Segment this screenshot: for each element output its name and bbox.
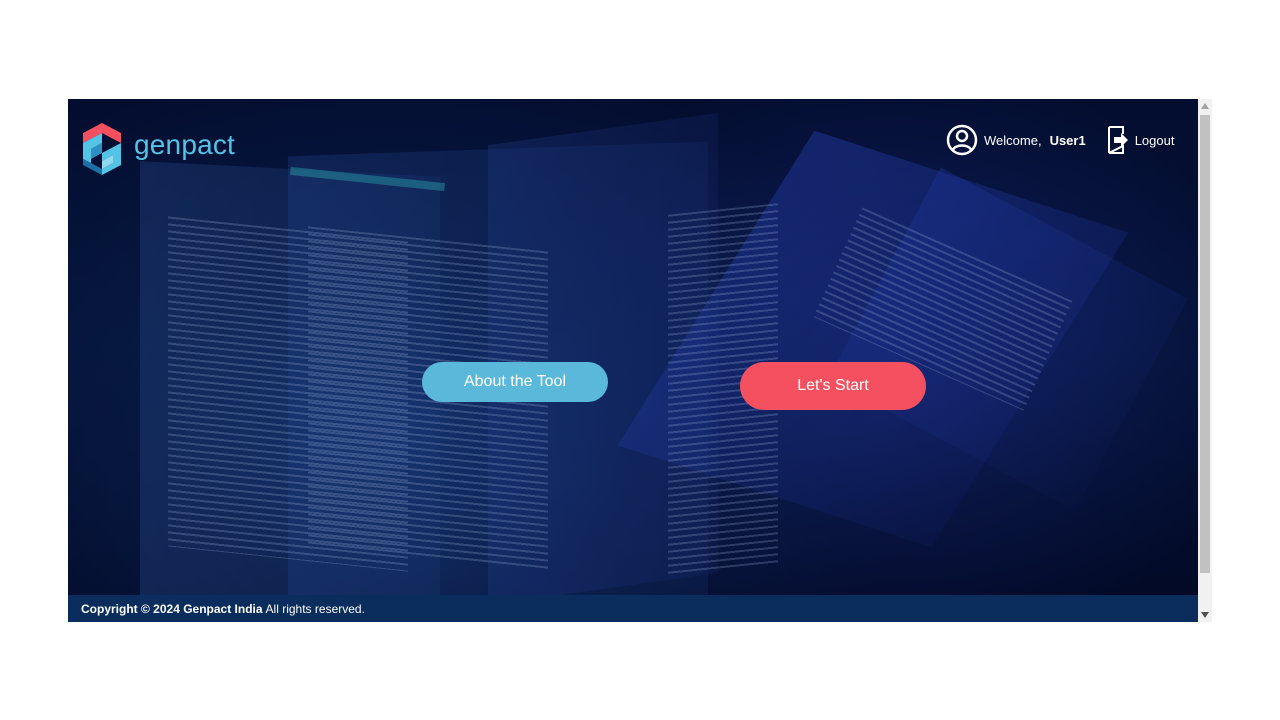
logout-icon	[1107, 126, 1128, 154]
copyright-bold: Copyright © 2024 Genpact India	[81, 601, 263, 616]
logout-label: Logout	[1134, 132, 1175, 148]
welcome-label: Welcome,	[984, 132, 1042, 148]
logout-button[interactable]: Logout	[1106, 125, 1175, 155]
arrow-up-icon	[1201, 103, 1209, 109]
arrow-down-icon	[1201, 612, 1209, 618]
landing-page: genpact Welcome, User1 Logout About the …	[68, 99, 1198, 622]
footer: Copyright © 2024 Genpact India All right…	[68, 595, 1198, 622]
scrollbar-thumb[interactable]	[1200, 115, 1210, 573]
browser-viewport: genpact Welcome, User1 Logout About the …	[68, 99, 1212, 622]
username: User1	[1049, 132, 1086, 148]
user-circle-icon	[946, 124, 978, 156]
hero-background-image: genpact Welcome, User1 Logout About the …	[68, 99, 1198, 595]
scroll-down-button[interactable]	[1198, 608, 1212, 622]
user-info: Welcome, User1 Logout	[946, 123, 1174, 157]
brand-logo[interactable]: genpact	[81, 121, 235, 177]
about-the-tool-button[interactable]: About the Tool	[422, 362, 608, 402]
brand-name: genpact	[134, 129, 236, 160]
lets-start-button[interactable]: Let's Start	[740, 362, 926, 410]
scroll-up-button[interactable]	[1198, 99, 1212, 113]
copyright-rest: All rights reserved.	[265, 601, 365, 616]
vertical-scrollbar[interactable]	[1198, 99, 1212, 622]
genpact-logo-icon	[83, 123, 121, 175]
